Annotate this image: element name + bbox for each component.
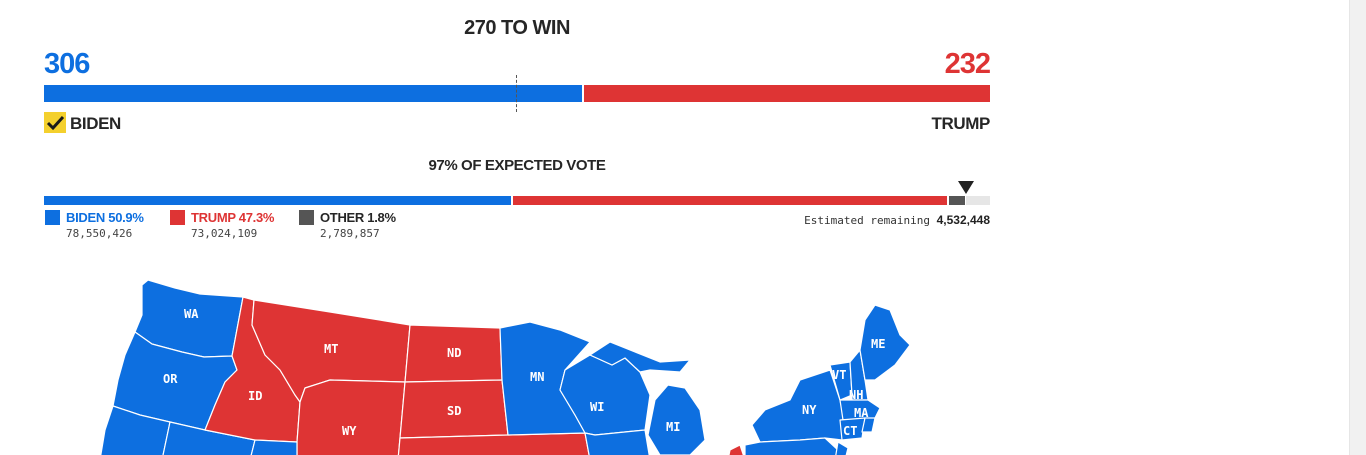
biden-vote-count: 78,550,426 [66, 227, 133, 240]
label-WI: WI [590, 400, 604, 414]
expected-vote-label: 97% OF EXPECTED VOTE [428, 157, 606, 174]
label-ND: ND [447, 346, 461, 360]
label-CT: CT [843, 424, 857, 438]
biden-candidate-label: BIDEN [70, 114, 121, 133]
label-MT: MT [324, 342, 338, 356]
remaining-marker-icon [958, 181, 974, 194]
trump-legend-label: TRUMP 47.3% [191, 210, 275, 225]
label-ME: ME [871, 337, 885, 351]
label-NY: NY [802, 403, 817, 417]
label-OR: OR [163, 372, 178, 386]
trump-popular-bar [513, 196, 947, 205]
label-NH: NH [849, 388, 863, 402]
label-WY: WY [342, 424, 357, 438]
state-NJ[interactable] [835, 441, 849, 455]
estimated-remaining-votes: 4,532,448 [936, 213, 990, 227]
label-SD: SD [447, 404, 461, 418]
trump-vote-count: 73,024,109 [191, 227, 258, 240]
biden-popular-bar [44, 196, 511, 205]
state-PA[interactable] [728, 444, 745, 455]
biden-legend-swatch [45, 210, 60, 225]
other-popular-bar [949, 196, 965, 205]
threshold-line [516, 75, 517, 112]
estimated-remaining: Estimated remaining 4,532,448 [804, 213, 990, 227]
win-threshold-title: 270 TO WIN [464, 17, 570, 39]
biden-electoral-votes: 306 [44, 48, 90, 80]
page-scrollbar[interactable] [1349, 0, 1366, 455]
remaining-popular-bar [966, 196, 990, 205]
state-CO[interactable] [250, 439, 298, 455]
label-ID: ID [248, 389, 262, 403]
biden-electoral-bar [44, 85, 582, 102]
trump-candidate-label: TRUMP [931, 114, 991, 133]
other-legend-swatch [299, 210, 314, 225]
other-vote-count: 2,789,857 [320, 227, 380, 240]
label-MA: MA [854, 406, 869, 420]
state-WY[interactable] [296, 379, 406, 455]
electoral-map: WA OR ID MT WY ND SD MN WI MI NY ME VT N… [100, 279, 911, 455]
trump-legend-swatch [170, 210, 185, 225]
label-VT: VT [832, 368, 846, 382]
trump-electoral-bar [584, 85, 990, 102]
label-MI: MI [666, 420, 680, 434]
label-WA: WA [184, 307, 199, 321]
other-legend-label: OTHER 1.8% [320, 210, 396, 225]
state-RI[interactable] [861, 417, 876, 433]
label-MN: MN [530, 370, 544, 384]
estimated-remaining-label: Estimated remaining [804, 214, 930, 227]
trump-electoral-votes: 232 [944, 48, 991, 80]
winner-check-icon [44, 112, 66, 133]
biden-legend-label: BIDEN 50.9% [66, 210, 144, 225]
